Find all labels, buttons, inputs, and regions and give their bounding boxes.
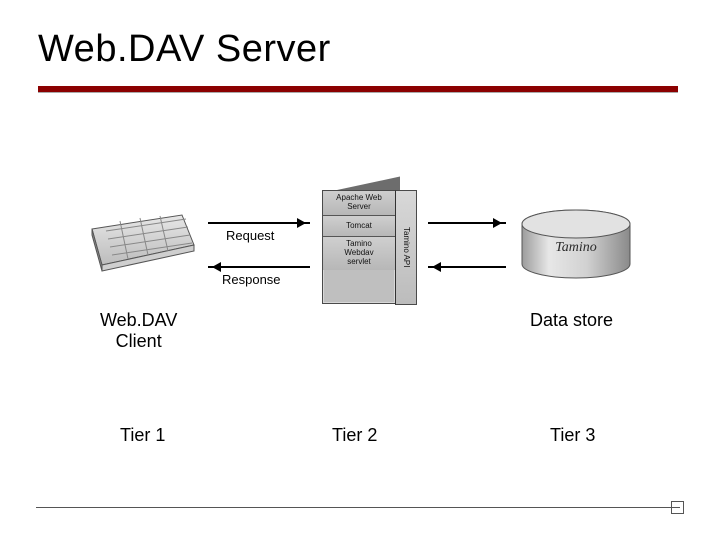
client-graphic: [86, 205, 196, 275]
stack-layer-servlet-line1: Tamino: [346, 239, 372, 248]
stack-layer-apache-line1: Apache Web: [336, 193, 382, 202]
stack-layer-apache-line2: Server: [347, 202, 371, 211]
stack-layer-servlet-line3: servlet: [347, 257, 371, 266]
stack-layer-servlet-line2: Webdav: [344, 248, 373, 257]
title-underline-shadow: [38, 92, 678, 93]
datastore-graphic: Tamino: [516, 208, 636, 283]
arrow-request-client-to-server: [208, 222, 310, 224]
caption-datastore: Data store: [530, 310, 613, 331]
server-stack-front: Apache Web Server Tomcat Tamino Webdav s…: [322, 190, 396, 304]
label-request: Request: [226, 228, 274, 243]
caption-client: Web.DAV Client: [100, 310, 177, 352]
caption-client-line1: Web.DAV: [100, 310, 177, 330]
label-tier-3: Tier 3: [550, 425, 595, 446]
footer-rule: [36, 507, 680, 508]
label-tier-2: Tier 2: [332, 425, 377, 446]
stack-layer-tomcat: Tomcat: [323, 215, 395, 237]
arrow-response-server-to-client: [208, 266, 310, 268]
arrow-server-to-datastore: [428, 222, 506, 224]
server-stack-graphic: Apache Web Server Tomcat Tamino Webdav s…: [322, 190, 432, 305]
stack-layer-servlet: Tamino Webdav servlet: [323, 236, 395, 269]
database-icon: [516, 208, 636, 283]
label-tier-1: Tier 1: [120, 425, 165, 446]
caption-client-line2: Client: [116, 331, 162, 351]
slide-title: Web.DAV Server: [38, 28, 331, 71]
keyboard-icon: [86, 205, 196, 275]
label-response: Response: [222, 272, 281, 287]
footer-marker: [671, 501, 684, 514]
slide: Web.DAV Server Apa: [0, 0, 720, 540]
arrow-datastore-to-server: [428, 266, 506, 268]
stack-api-strip: Tamino API: [395, 190, 417, 305]
stack-layer-apache: Apache Web Server: [323, 191, 395, 215]
